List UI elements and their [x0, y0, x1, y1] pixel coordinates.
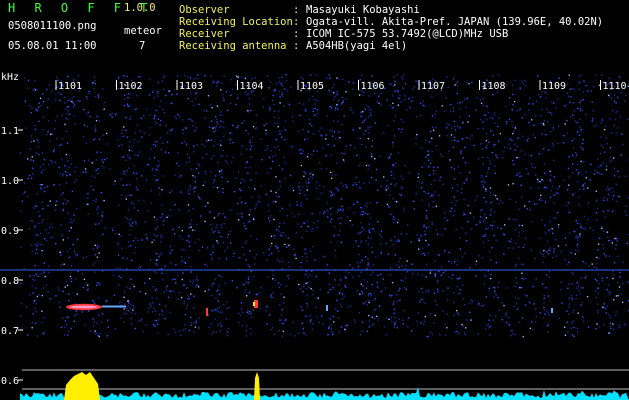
receiver-value: ICOM IC-575 53.7492(@LCD)MHz USB: [306, 28, 509, 40]
meteor-echo-1-core: [70, 305, 98, 309]
y-tick-label: 0.6: [1, 376, 19, 387]
observer-value: Masayuki Kobayashi: [306, 4, 420, 16]
meteor-echo-1-tail: [102, 305, 126, 308]
meteor-count: 7: [139, 40, 146, 52]
hroft-window: H R O F F T 1.0.0 0508011100.png meteor …: [0, 0, 629, 400]
location-value: Ogata-vill. Akita-Pref. JAPAN (139.96E, …: [306, 16, 604, 28]
frequency-axis-unit: kHz: [1, 72, 20, 83]
y-tick-label: 0.9: [1, 226, 19, 237]
x-tick-label: 1109: [542, 81, 566, 92]
date-time: 05.08.01 11:00: [8, 40, 97, 52]
x-tick-label: 1101: [58, 81, 82, 92]
meteor-label: meteor: [124, 25, 162, 37]
x-tick-label: 1106: [361, 81, 385, 92]
app-version: 1.0.0: [124, 2, 156, 14]
y-tick-label: 1.0: [1, 176, 19, 187]
antenna-colon: :: [293, 40, 300, 52]
file-name: 0508011100.png: [8, 20, 97, 32]
x-tick-label: 1110: [603, 81, 627, 92]
antenna-value: A504HB(yagi 4el): [306, 40, 408, 52]
observer-label: Observer: [179, 4, 230, 16]
receiver-colon: :: [293, 28, 300, 40]
meteor-echo-5: [551, 308, 553, 313]
x-tick-label: 1108: [482, 81, 506, 92]
receiver-label: Receiver: [179, 28, 230, 40]
x-tick-label: 1104: [240, 81, 264, 92]
amplitude-trace: [20, 372, 629, 400]
y-tick-label: 0.7: [1, 326, 19, 337]
meteor-echo-3: [206, 308, 208, 316]
meteor-echo-2-core: [253, 302, 255, 306]
spectrogram-noise: [20, 74, 629, 338]
spectrogram-plot: 1.1 1.0 0.9 0.8 0.7 0.6 1101 1102 1103 1104 1105 11…: [0, 74, 629, 400]
x-tick-label: 1107: [421, 81, 445, 92]
observer-colon: :: [293, 4, 300, 16]
location-label: Receiving Location: [179, 16, 293, 28]
antenna-label: Receiving antenna: [179, 40, 287, 52]
y-tick-label: 1.1: [1, 126, 19, 137]
x-tick-label: 1103: [179, 81, 203, 92]
location-colon: :: [293, 16, 300, 28]
y-tick-label: 0.8: [1, 276, 19, 287]
x-tick-label: 1105: [300, 81, 324, 92]
x-tick-label: 1102: [119, 81, 143, 92]
meteor-echo-4: [326, 305, 328, 311]
meteor-echoes: [66, 300, 553, 316]
